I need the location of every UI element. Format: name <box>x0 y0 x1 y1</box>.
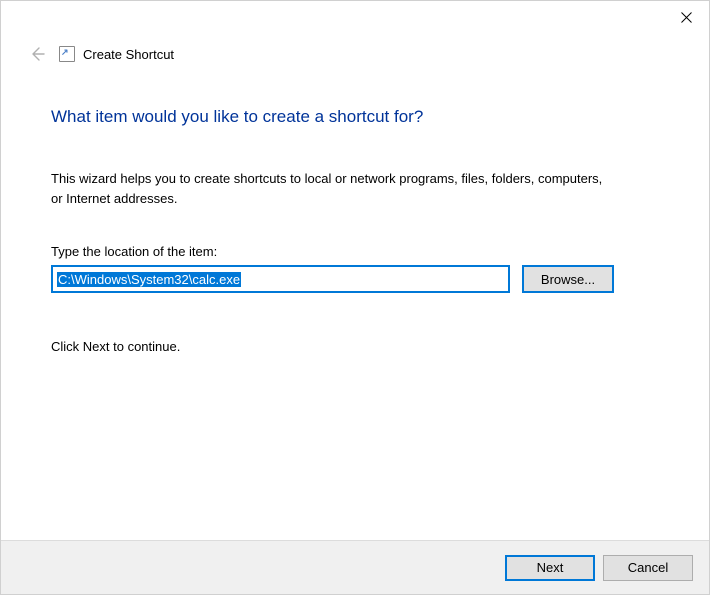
footer-bar: Next Cancel <box>1 540 709 594</box>
input-row: C:\Windows\System32\calc.exe Browse... <box>51 265 659 293</box>
titlebar <box>1 1 709 35</box>
location-input-value: C:\Windows\System32\calc.exe <box>57 272 241 287</box>
location-input[interactable]: C:\Windows\System32\calc.exe <box>51 265 510 293</box>
header-row: Create Shortcut <box>1 35 709 69</box>
description-text: This wizard helps you to create shortcut… <box>51 169 611 208</box>
back-button[interactable] <box>25 42 49 66</box>
location-label: Type the location of the item: <box>51 244 659 259</box>
shortcut-icon <box>59 46 75 62</box>
browse-button[interactable]: Browse... <box>522 265 614 293</box>
content-area: What item would you like to create a sho… <box>1 69 709 354</box>
close-button[interactable] <box>663 1 709 33</box>
wizard-title: Create Shortcut <box>83 47 174 62</box>
main-heading: What item would you like to create a sho… <box>51 107 659 127</box>
continue-instruction: Click Next to continue. <box>51 339 659 354</box>
back-arrow-icon <box>29 46 45 62</box>
cancel-button[interactable]: Cancel <box>603 555 693 581</box>
close-icon <box>681 12 692 23</box>
next-button[interactable]: Next <box>505 555 595 581</box>
